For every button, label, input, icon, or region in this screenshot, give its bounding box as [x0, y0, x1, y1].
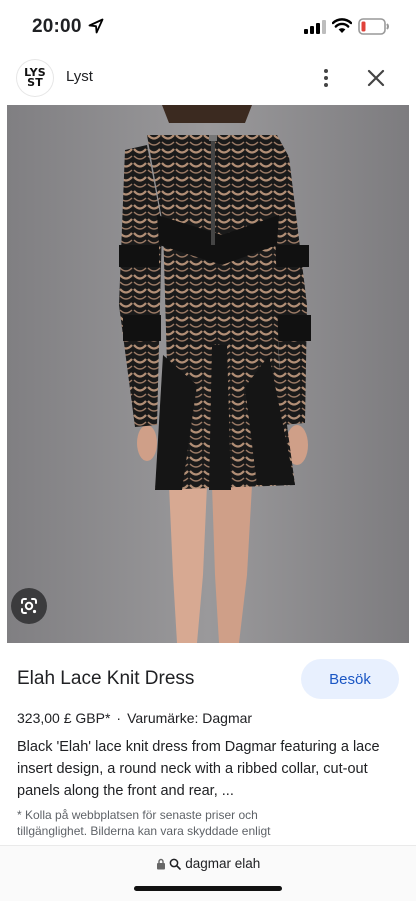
wifi-icon — [332, 18, 352, 33]
bottom-url-bar: dagmar elah — [0, 845, 416, 901]
close-icon[interactable] — [364, 66, 388, 90]
product-meta: 323,00 £ GBP* · Varumärke: Dagmar — [17, 710, 252, 726]
product-brand: Varumärke: Dagmar — [127, 710, 253, 726]
battery-low-icon — [358, 18, 389, 35]
product-title: Elah Lace Knit Dress — [17, 668, 195, 689]
site-logo[interactable]: LYS ST — [17, 60, 53, 96]
status-time: 20:00 — [32, 16, 82, 37]
logo-text: LYS ST — [24, 66, 46, 89]
more-vertical-icon[interactable] — [314, 66, 338, 90]
app-header: LYS ST Lyst — [0, 54, 416, 104]
lock-icon — [156, 858, 165, 870]
site-name[interactable]: Lyst — [66, 68, 93, 85]
url-text: dagmar elah — [185, 856, 261, 871]
visit-button[interactable]: Besök — [301, 659, 399, 699]
product-price: 323,00 £ GBP* — [17, 710, 111, 726]
product-image[interactable] — [7, 105, 409, 643]
status-bar: 20:00 — [0, 0, 416, 54]
search-icon — [170, 858, 182, 870]
meta-separator: · — [116, 710, 122, 726]
home-indicator[interactable] — [134, 886, 282, 891]
dress-illustration — [7, 105, 409, 643]
location-arrow-icon — [88, 18, 104, 34]
url-display[interactable]: dagmar elah — [0, 856, 416, 871]
cellular-signal-icon — [304, 20, 326, 34]
google-lens-button[interactable] — [11, 588, 47, 624]
product-description: Black 'Elah' lace knit dress from Dagmar… — [17, 739, 380, 799]
google-lens-icon — [21, 598, 37, 614]
